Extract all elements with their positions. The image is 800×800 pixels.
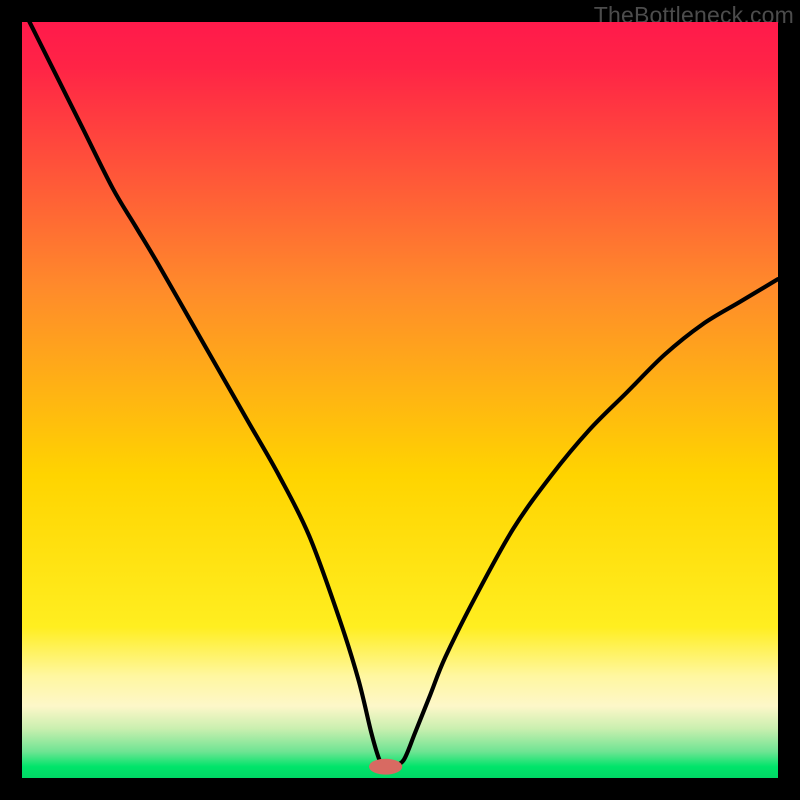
bottleneck-plot: [22, 22, 778, 778]
plot-background: [22, 22, 778, 778]
optimal-point-marker: [369, 759, 402, 775]
chart-frame: TheBottleneck.com: [0, 0, 800, 800]
